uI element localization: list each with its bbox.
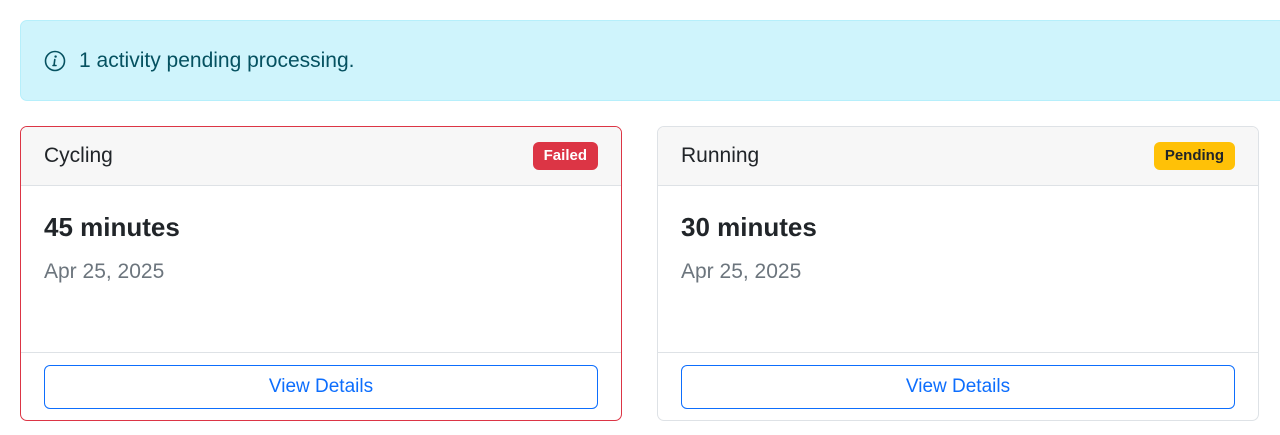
activity-duration: 45 minutes bbox=[44, 212, 180, 242]
card-footer: View Details bbox=[658, 353, 1258, 420]
activity-card-running: Running Pending 30 minutes Apr 25, 2025 … bbox=[657, 126, 1259, 421]
activity-date: Apr 25, 2025 bbox=[681, 260, 802, 283]
status-badge: Failed bbox=[532, 142, 598, 170]
status-badge: Pending bbox=[1153, 142, 1235, 170]
activity-title: Cycling bbox=[44, 144, 113, 167]
activity-duration: 30 minutes bbox=[681, 212, 817, 242]
pending-alert: 1 activity pending processing. bbox=[20, 20, 1280, 101]
view-details-button[interactable]: View Details bbox=[681, 365, 1235, 409]
alert-message: 1 activity pending processing. bbox=[79, 48, 355, 72]
card-header: Cycling Failed bbox=[21, 127, 621, 186]
card-body: 45 minutes Apr 25, 2025 bbox=[21, 186, 621, 353]
activity-title: Running bbox=[681, 144, 760, 167]
activity-date: Apr 25, 2025 bbox=[44, 260, 165, 283]
activity-card-cycling: Cycling Failed 45 minutes Apr 25, 2025 V… bbox=[20, 126, 622, 421]
card-header: Running Pending bbox=[658, 127, 1258, 186]
card-body: 30 minutes Apr 25, 2025 bbox=[658, 186, 1258, 353]
info-circle-icon bbox=[44, 50, 66, 72]
card-footer: View Details bbox=[21, 353, 621, 420]
view-details-button[interactable]: View Details bbox=[44, 365, 598, 409]
